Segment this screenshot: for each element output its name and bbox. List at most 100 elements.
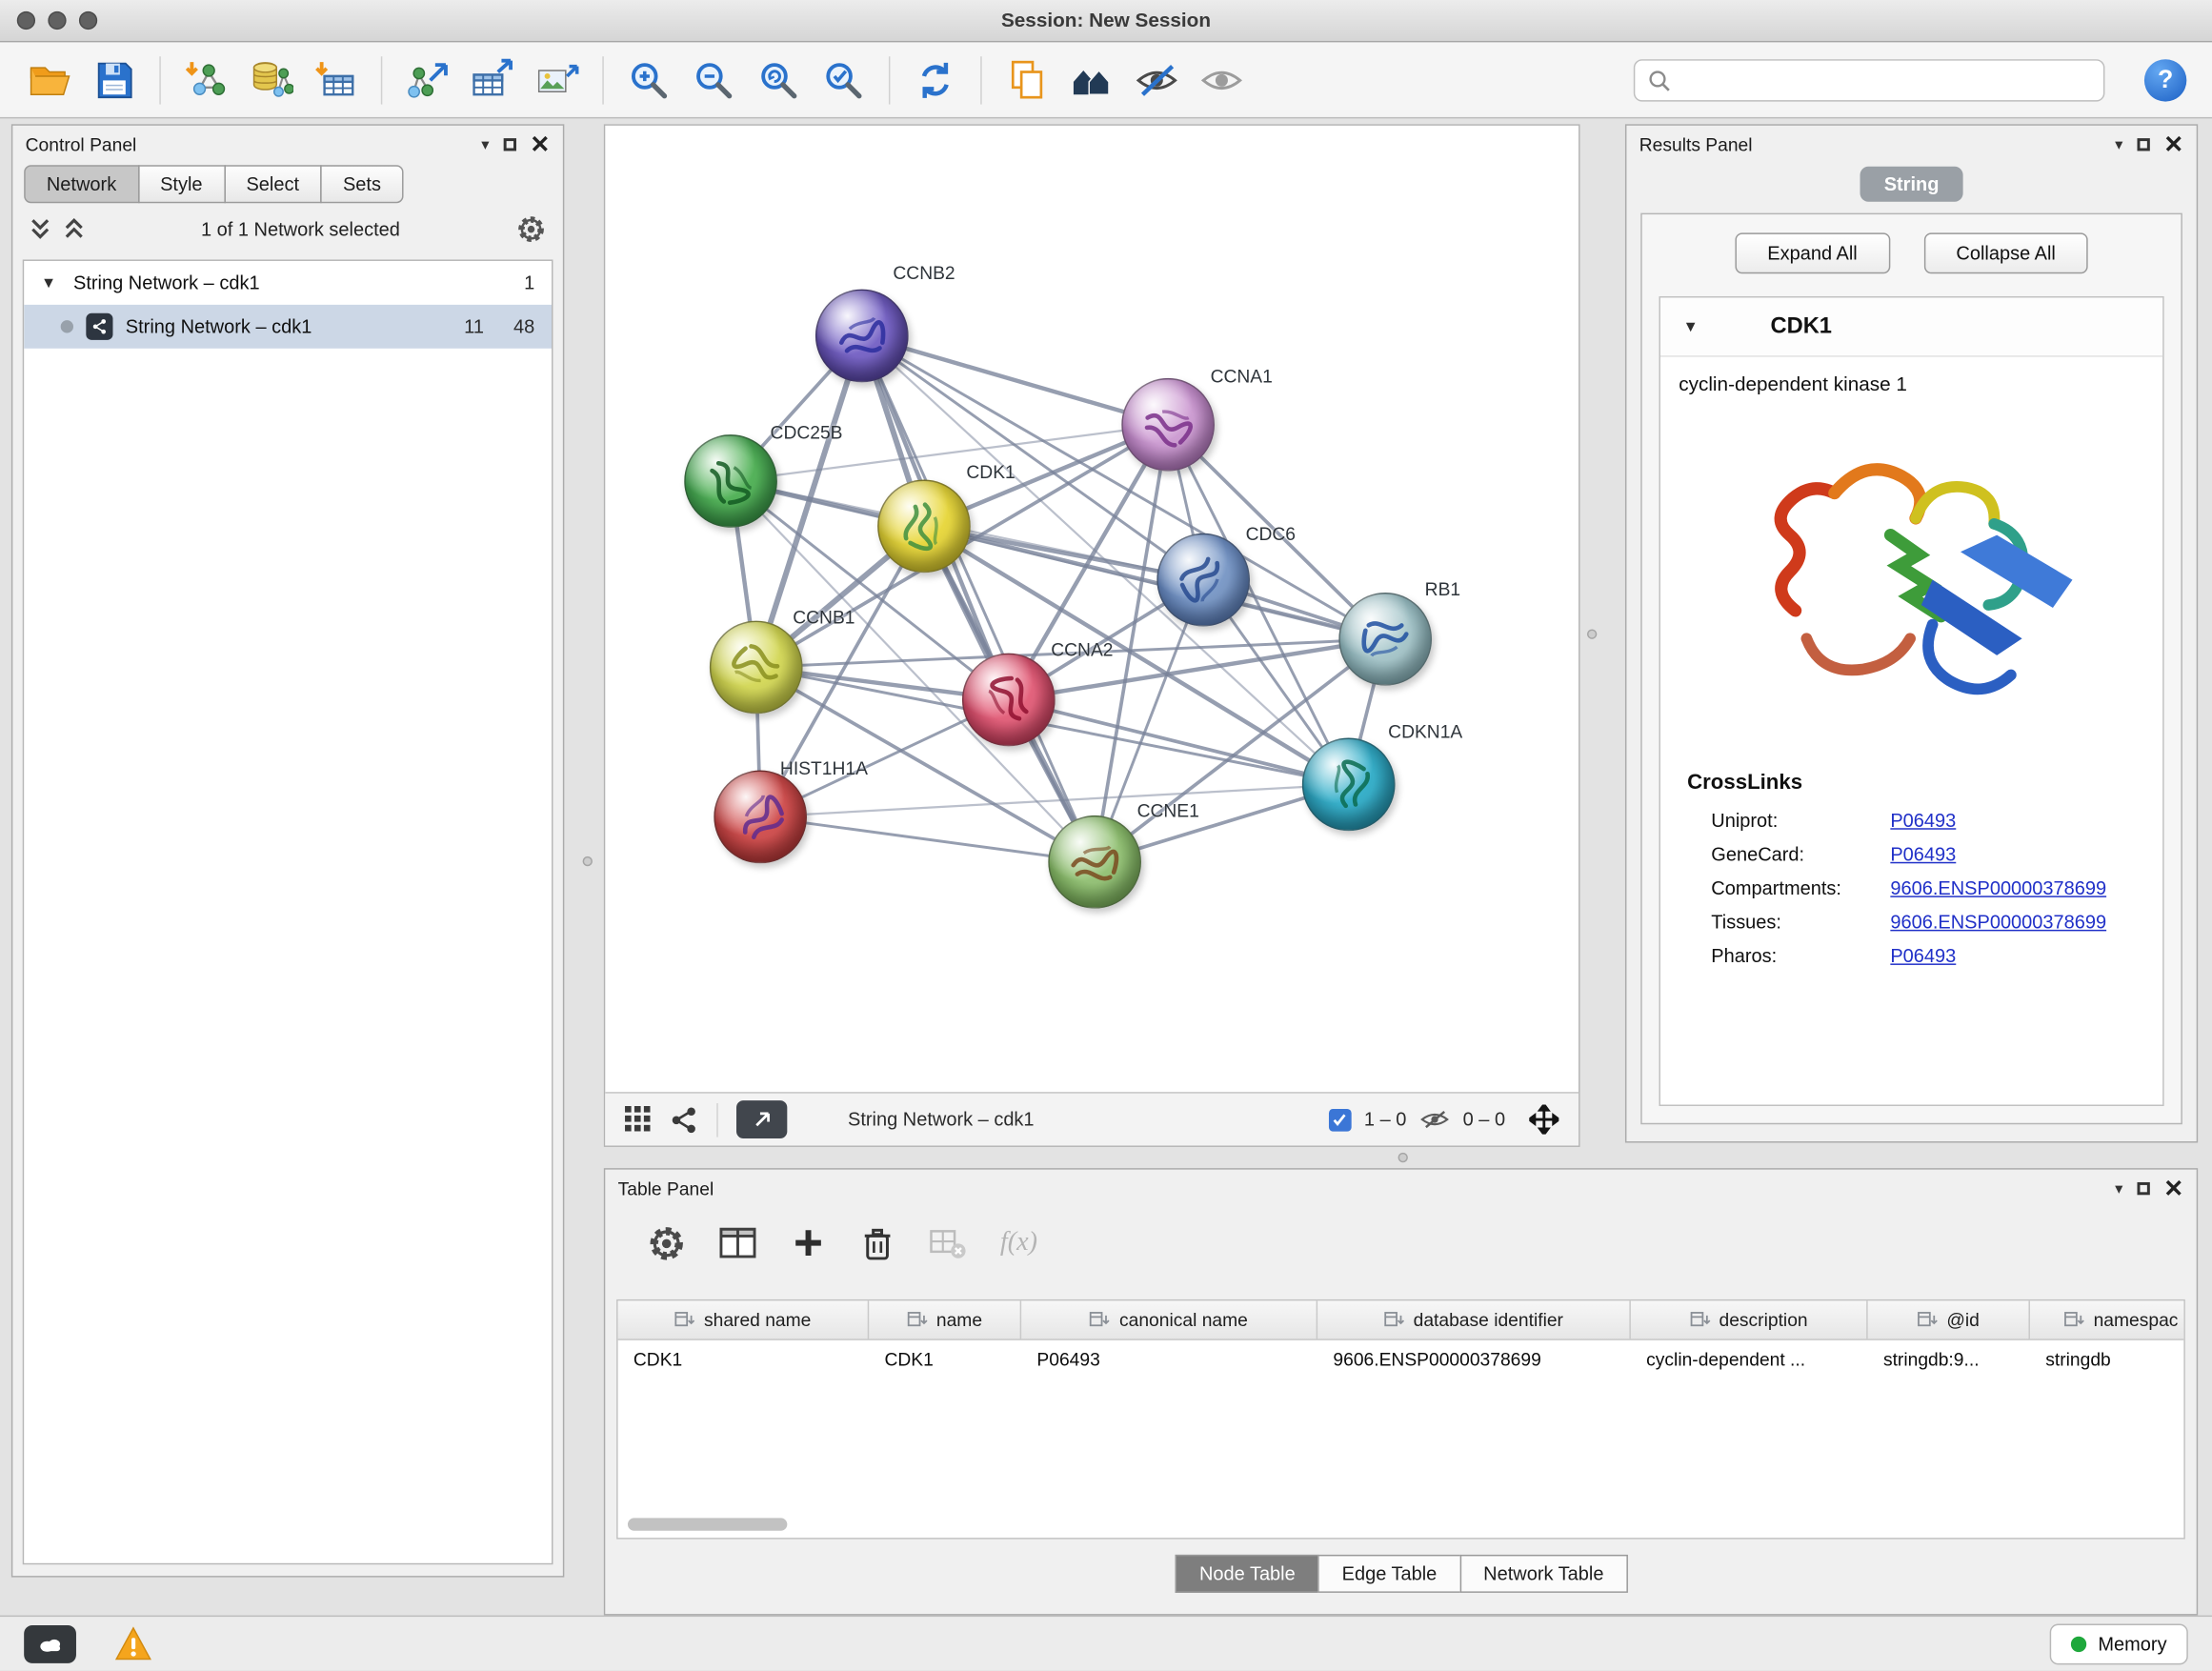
tab-sets[interactable]: Sets bbox=[320, 165, 403, 203]
protein-entry-header[interactable]: ▼ CDK1 bbox=[1660, 297, 2162, 356]
network-node-cdc6[interactable] bbox=[1156, 534, 1250, 627]
duplicate-documents-button[interactable] bbox=[995, 48, 1059, 112]
hide-details-button[interactable] bbox=[1124, 48, 1189, 112]
crosslink-row: Uniprot:P06493 bbox=[1660, 803, 2162, 837]
network-node-label: CCNB2 bbox=[893, 262, 955, 283]
zoom-out-button[interactable] bbox=[681, 48, 746, 112]
crosslink-link[interactable]: P06493 bbox=[1890, 944, 1956, 965]
houses-icon bbox=[1069, 57, 1114, 102]
expander-icon[interactable]: ▼ bbox=[1683, 318, 1703, 335]
crosslink-link[interactable]: 9606.ENSP00000378699 bbox=[1890, 911, 2106, 932]
crosslink-link[interactable]: P06493 bbox=[1890, 809, 1956, 830]
memory-button[interactable]: Memory bbox=[2050, 1623, 2188, 1664]
gear-icon[interactable] bbox=[648, 1224, 686, 1262]
splitter-handle[interactable] bbox=[1398, 1153, 1408, 1162]
import-table-from-file-button[interactable] bbox=[303, 48, 368, 112]
maximize-panel-icon[interactable] bbox=[2137, 137, 2149, 150]
float-panel-icon[interactable]: ▾ bbox=[481, 134, 489, 152]
close-panel-icon[interactable]: ✕ bbox=[2163, 131, 2183, 155]
apply-layout-button[interactable] bbox=[903, 48, 968, 112]
expand-all-button[interactable]: Expand All bbox=[1735, 232, 1890, 273]
table-cell[interactable]: stringdb:9... bbox=[1868, 1340, 2030, 1379]
column-header-database-identifier[interactable]: database identifier bbox=[1317, 1300, 1631, 1339]
maximize-panel-icon[interactable] bbox=[2137, 1181, 2149, 1194]
grid-icon[interactable] bbox=[625, 1106, 652, 1133]
column-header-description[interactable]: description bbox=[1631, 1300, 1868, 1339]
expander-icon[interactable]: ▼ bbox=[41, 274, 61, 292]
close-panel-icon[interactable]: ✕ bbox=[2163, 1176, 2183, 1199]
network-node-ccnb1[interactable] bbox=[710, 621, 803, 715]
hidden-eye-slash-icon[interactable] bbox=[1419, 1107, 1451, 1131]
float-panel-icon[interactable]: ▾ bbox=[2115, 134, 2122, 152]
import-network-from-file-button[interactable] bbox=[173, 48, 238, 112]
table-cell[interactable]: CDK1 bbox=[618, 1340, 870, 1379]
network-view[interactable]: CCNB2CCNA1CDC25BCDK1CDC6RB1CCNB1CCNA2CDK… bbox=[604, 124, 1580, 1147]
table-cell[interactable]: cyclin-dependent ... bbox=[1631, 1340, 1868, 1379]
network-node-cdk1[interactable] bbox=[877, 479, 971, 573]
network-node-ccna2[interactable] bbox=[962, 654, 1056, 747]
open-session-button[interactable] bbox=[17, 48, 82, 112]
cloud-button[interactable] bbox=[24, 1624, 76, 1662]
export-network-button[interactable] bbox=[395, 48, 460, 112]
splitter-handle[interactable] bbox=[583, 856, 593, 866]
tab-node-table[interactable]: Node Table bbox=[1176, 1555, 1319, 1593]
network-node-ccna1[interactable] bbox=[1121, 378, 1215, 472]
tab-edge-table[interactable]: Edge Table bbox=[1317, 1555, 1460, 1593]
float-panel-icon[interactable]: ▾ bbox=[2115, 1178, 2122, 1197]
homes-button[interactable] bbox=[1059, 48, 1124, 112]
collapse-all-icon[interactable] bbox=[30, 217, 50, 240]
network-node-cdkn1a[interactable] bbox=[1302, 737, 1396, 831]
network-node-ccne1[interactable] bbox=[1048, 815, 1141, 909]
network-node-ccnb2[interactable] bbox=[815, 290, 909, 383]
column-header--id[interactable]: @id bbox=[1868, 1300, 2030, 1339]
network-node-rb1[interactable] bbox=[1338, 593, 1432, 686]
show-details-button[interactable] bbox=[1189, 48, 1254, 112]
warning-icon[interactable] bbox=[114, 1625, 152, 1662]
selected-checkbox-icon[interactable] bbox=[1329, 1108, 1352, 1131]
table-cell[interactable]: stringdb bbox=[2030, 1340, 2185, 1379]
close-panel-icon[interactable]: ✕ bbox=[530, 131, 550, 155]
table-cell[interactable]: P06493 bbox=[1021, 1340, 1317, 1379]
string-tab-badge[interactable]: String bbox=[1860, 167, 1963, 202]
network-node-hist1h1a[interactable] bbox=[714, 771, 807, 864]
network-row-selected[interactable]: String Network – cdk1 11 48 bbox=[24, 305, 552, 349]
horizontal-scrollbar[interactable] bbox=[628, 1518, 787, 1530]
collapse-all-button[interactable]: Collapse All bbox=[1923, 232, 2088, 273]
zoom-selected-button[interactable] bbox=[811, 48, 875, 112]
export-table-button[interactable] bbox=[460, 48, 525, 112]
search-input[interactable] bbox=[1679, 70, 2090, 91]
tab-network-table[interactable]: Network Table bbox=[1459, 1555, 1628, 1593]
save-session-button[interactable] bbox=[82, 48, 147, 112]
open-in-browser-button[interactable] bbox=[736, 1100, 787, 1138]
gear-icon[interactable] bbox=[516, 213, 546, 243]
maximize-panel-icon[interactable] bbox=[503, 137, 515, 150]
column-header-name[interactable]: name bbox=[869, 1300, 1021, 1339]
tab-network[interactable]: Network bbox=[24, 165, 139, 203]
tab-style[interactable]: Style bbox=[137, 165, 225, 203]
splitter-handle[interactable] bbox=[1587, 629, 1597, 638]
import-network-from-database-button[interactable] bbox=[238, 48, 303, 112]
column-header-namespac[interactable]: namespac bbox=[2030, 1300, 2185, 1339]
crosslink-link[interactable]: P06493 bbox=[1890, 843, 1956, 864]
crosslink-link[interactable]: 9606.ENSP00000378699 bbox=[1890, 876, 2106, 897]
tab-select[interactable]: Select bbox=[224, 165, 322, 203]
table-cell[interactable]: 9606.ENSP00000378699 bbox=[1317, 1340, 1631, 1379]
table-row[interactable]: CDK1CDK1P064939606.ENSP00000378699cyclin… bbox=[618, 1340, 2184, 1379]
share-network-icon[interactable] bbox=[670, 1105, 698, 1134]
move-icon[interactable] bbox=[1529, 1105, 1558, 1135]
node-table[interactable]: shared namenamecanonical namedatabase id… bbox=[616, 1299, 2185, 1540]
add-icon[interactable] bbox=[790, 1224, 827, 1261]
column-header-canonical-name[interactable]: canonical name bbox=[1021, 1300, 1317, 1339]
network-collection-row[interactable]: ▼ String Network – cdk1 1 bbox=[24, 261, 552, 305]
trash-icon[interactable] bbox=[859, 1224, 896, 1262]
help-button[interactable]: ? bbox=[2144, 58, 2186, 100]
network-node-cdc25b[interactable] bbox=[684, 434, 777, 528]
columns-icon[interactable] bbox=[718, 1224, 757, 1261]
expand-all-icon[interactable] bbox=[64, 217, 85, 240]
column-header-shared-name[interactable]: shared name bbox=[618, 1300, 870, 1339]
table-cell[interactable]: CDK1 bbox=[869, 1340, 1021, 1379]
zoom-fit-button[interactable] bbox=[746, 48, 811, 112]
toolbar-separator bbox=[602, 55, 603, 103]
zoom-in-button[interactable] bbox=[616, 48, 681, 112]
export-image-button[interactable] bbox=[525, 48, 590, 112]
